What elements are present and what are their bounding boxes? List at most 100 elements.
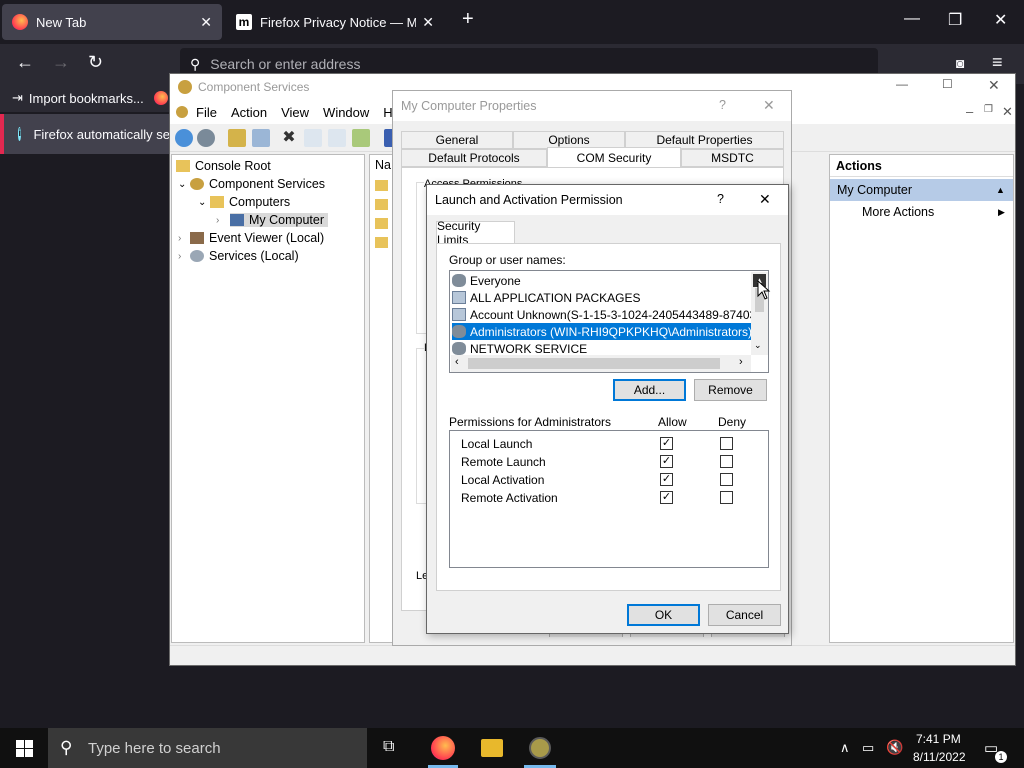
chevron-right-icon[interactable]: ›	[178, 251, 190, 262]
deny-checkbox[interactable]	[720, 455, 733, 468]
tab-security-limits[interactable]: Security Limits	[436, 219, 515, 247]
firefox-taskbar-icon[interactable]	[431, 736, 455, 760]
close-tab-icon[interactable]: ✕	[200, 14, 212, 31]
properties-icon[interactable]	[304, 129, 322, 147]
tree-item-my-computer[interactable]: › My Computer	[172, 211, 364, 229]
tab-com-security[interactable]: COM Security	[547, 147, 681, 168]
list-item-selected[interactable]: Administrators (WIN-RHI9QPKPKHQ\Administ…	[452, 323, 751, 340]
deny-checkbox[interactable]	[720, 473, 733, 486]
tree-item-console-root[interactable]: Console Root	[172, 157, 364, 175]
menu-window[interactable]: Window	[323, 105, 369, 120]
actions-section-my-computer[interactable]: My Computer ▲	[830, 179, 1013, 201]
horizontal-scrollbar[interactable]: ‹ ›	[451, 355, 751, 372]
windows-start-icon[interactable]	[16, 740, 33, 757]
maximize-icon[interactable]: ☐	[942, 77, 953, 91]
new-tab-icon[interactable]: +	[462, 8, 474, 31]
allow-checkbox[interactable]: ✓	[660, 437, 673, 450]
forward-arrow-icon[interactable]	[197, 129, 215, 147]
tab-title: New Tab	[36, 14, 87, 30]
child-restore-icon[interactable]: ❐	[984, 104, 993, 115]
user-list[interactable]: Everyone ALL APPLICATION PACKAGES Accoun…	[449, 270, 769, 373]
menu-action[interactable]: Action	[231, 105, 267, 120]
forward-icon[interactable]: →	[52, 52, 70, 73]
tree-item-event-viewer[interactable]: › Event Viewer (Local)	[172, 229, 364, 247]
deny-checkbox[interactable]	[720, 437, 733, 450]
permission-name: Remote Activation	[461, 491, 558, 505]
tab-default-protocols[interactable]: Default Protocols	[401, 149, 547, 167]
pocket-icon[interactable]: ◙	[956, 55, 964, 71]
collapse-up-icon[interactable]: ▲	[996, 179, 1005, 201]
chevron-up-icon[interactable]: ∧	[840, 740, 850, 756]
folder-icon[interactable]	[375, 218, 388, 229]
tree-item-computers[interactable]: ⌄ Computers	[172, 193, 364, 211]
list-item[interactable]: Everyone	[452, 272, 751, 289]
clock-date[interactable]: 8/11/2022	[913, 750, 966, 764]
more-actions-item[interactable]: More Actions ▶	[830, 201, 1013, 223]
tree-item-services[interactable]: › Services (Local)	[172, 247, 364, 265]
scroll-down-icon[interactable]: ⌄	[754, 340, 762, 351]
tree-label: Computers	[229, 195, 291, 209]
close-icon[interactable]: ✕	[988, 77, 1000, 94]
close-window-icon[interactable]: ✕	[994, 10, 1007, 30]
up-folder-icon[interactable]	[228, 129, 246, 147]
reload-icon[interactable]: ↻	[88, 52, 103, 73]
folder-icon[interactable]	[375, 180, 388, 191]
list-item[interactable]: Account Unknown(S-1-15-3-1024-2405443489…	[452, 306, 751, 323]
close-icon[interactable]: ✕	[759, 191, 771, 208]
tab-msdtc[interactable]: MSDTC	[681, 149, 784, 167]
user-name: Administrators (WIN-RHI9QPKPKHQ\Administ…	[470, 324, 751, 339]
folder-icon[interactable]	[375, 199, 388, 210]
scroll-left-icon[interactable]: ‹	[455, 356, 459, 368]
import-bookmarks-link[interactable]: Import bookmarks...	[29, 91, 144, 106]
tree-label: Component Services	[209, 177, 326, 191]
component-services-taskbar-icon[interactable]	[529, 737, 551, 759]
delete-icon[interactable]: ✖	[280, 129, 298, 147]
help-icon[interactable]: ?	[717, 192, 724, 206]
deny-checkbox[interactable]	[720, 491, 733, 504]
taskbar-search-box[interactable]: ⚲ Type here to search	[48, 728, 367, 768]
restore-icon[interactable]: ❐	[948, 10, 962, 30]
cancel-button[interactable]: Cancel	[708, 604, 781, 626]
export-list-icon[interactable]	[352, 129, 370, 147]
allow-checkbox[interactable]: ✓	[660, 473, 673, 486]
task-view-icon[interactable]: ⧉	[383, 738, 394, 756]
refresh-icon[interactable]	[328, 129, 346, 147]
back-icon[interactable]: ←	[16, 52, 34, 73]
child-minimize-icon[interactable]: –	[966, 104, 973, 119]
menu-icon[interactable]: ≡	[992, 52, 1003, 73]
bookmarks-toolbar: ⇥ Import bookmarks...	[0, 84, 170, 112]
file-explorer-icon[interactable]	[481, 739, 503, 757]
minimize-icon[interactable]: —	[896, 77, 908, 91]
remove-button[interactable]: Remove	[694, 379, 767, 401]
scrollbar-thumb[interactable]	[468, 358, 720, 369]
tree-item-component-services[interactable]: ⌄ Component Services	[172, 175, 364, 193]
child-close-icon[interactable]: ✕	[1002, 104, 1013, 120]
add-button[interactable]: Add...	[613, 379, 686, 401]
network-icon[interactable]: ▭	[862, 740, 874, 756]
list-item[interactable]: ALL APPLICATION PACKAGES	[452, 289, 751, 306]
clock-time[interactable]: 7:41 PM	[916, 732, 961, 746]
folder-icon[interactable]	[375, 237, 388, 248]
chevron-down-icon[interactable]: ⌄	[178, 179, 190, 190]
chevron-right-icon[interactable]: ›	[216, 215, 230, 226]
back-arrow-icon[interactable]	[175, 129, 193, 147]
menu-view[interactable]: View	[281, 105, 309, 120]
scroll-right-icon[interactable]: ›	[739, 356, 743, 368]
close-icon[interactable]: ✕	[763, 97, 775, 114]
ok-button[interactable]: OK	[627, 604, 700, 626]
tab-privacy-notice[interactable]: m Firefox Privacy Notice — Mozill ✕	[226, 4, 444, 40]
column-header-name[interactable]: Na	[375, 158, 392, 176]
tab-new-tab[interactable]: New Tab ✕	[2, 4, 222, 40]
tab-general[interactable]: General	[401, 131, 513, 149]
menu-file[interactable]: File	[196, 105, 217, 120]
show-hide-tree-icon[interactable]	[252, 129, 270, 147]
allow-checkbox[interactable]: ✓	[660, 491, 673, 504]
minimize-icon[interactable]: —	[904, 10, 920, 28]
chevron-down-icon[interactable]: ⌄	[198, 197, 210, 208]
volume-muted-icon[interactable]: 🔇	[886, 739, 903, 756]
close-tab-icon[interactable]: ✕	[422, 14, 434, 31]
notification-bar: i Firefox automatically se	[0, 114, 170, 154]
chevron-right-icon[interactable]: ›	[178, 233, 190, 244]
allow-checkbox[interactable]: ✓	[660, 455, 673, 468]
help-icon[interactable]: ?	[719, 98, 726, 112]
